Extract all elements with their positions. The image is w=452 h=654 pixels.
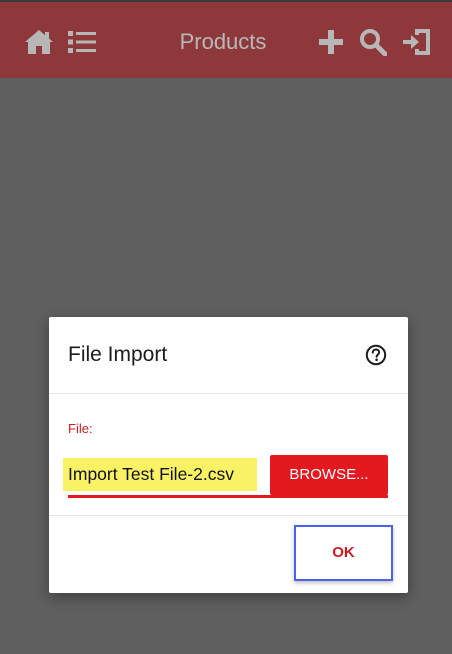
list-icon[interactable]	[66, 26, 98, 58]
file-field-underline	[68, 495, 388, 498]
ok-button[interactable]: OK	[294, 525, 393, 581]
page-title: Products	[179, 29, 267, 54]
dialog-header-divider	[49, 393, 408, 394]
file-name-field[interactable]: Import Test File-2.csv	[63, 458, 257, 491]
dialog-title: File Import	[68, 343, 168, 366]
dialog-footer-divider	[49, 515, 408, 516]
help-circle-icon[interactable]	[365, 344, 387, 366]
app-bar: Products	[0, 0, 452, 78]
plus-icon[interactable]	[315, 26, 347, 58]
file-import-dialog: File Import File: Import Test File-2.csv…	[49, 317, 408, 593]
browse-button[interactable]: BROWSE...	[270, 455, 388, 495]
file-field-label: File:	[68, 421, 93, 436]
import-icon[interactable]	[401, 26, 433, 58]
app-screen: Products File Import File: Import Test F…	[0, 0, 452, 654]
home-icon[interactable]	[23, 26, 55, 58]
search-icon[interactable]	[357, 26, 389, 58]
